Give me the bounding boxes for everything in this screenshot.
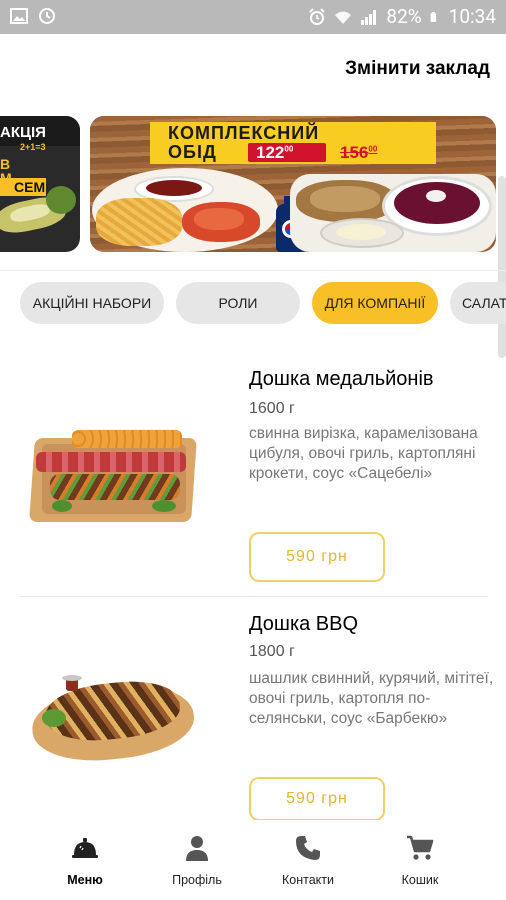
promo-main-title-2: ОБІД — [168, 142, 217, 162]
product-image — [29, 430, 197, 526]
product-name: Дошка BBQ — [249, 613, 359, 635]
chip-label: РОЛИ — [218, 295, 258, 311]
category-chip-rolls[interactable]: РОЛИ — [176, 282, 300, 324]
nav-profile[interactable]: Профіль — [147, 834, 247, 887]
banner-divider — [0, 270, 506, 271]
nav-label: Контакти — [282, 873, 334, 887]
promo-small-title: АКЦІЯ — [0, 124, 46, 141]
clock: 10:34 — [448, 5, 496, 28]
add-to-cart-price-button[interactable]: 590 грн — [249, 777, 385, 821]
nav-label: Профіль — [172, 873, 222, 887]
product-description: шашлик свинний, курячий, мітітеї, овочі … — [249, 670, 494, 727]
promo-new-price: 12200 — [256, 143, 294, 162]
change-venue-button[interactable]: Змінити заклад — [345, 58, 490, 80]
battery-icon — [430, 11, 436, 22]
battery-percent: 82% — [386, 5, 422, 28]
product-image — [28, 675, 198, 768]
signal-icon — [361, 9, 377, 25]
page-scroll-indicator — [498, 176, 506, 358]
bottom-navigation: Меню Профіль Контакти Кошик — [0, 820, 506, 900]
promo-small-subtitle: 2+1=3 — [20, 142, 46, 152]
chip-label: ДЛЯ КОМПАНІЇ — [324, 295, 426, 311]
wifi-icon — [335, 11, 352, 24]
header: Змінити заклад — [0, 34, 506, 104]
phone-icon — [296, 836, 320, 860]
product-name: Дошка медальйонів — [249, 368, 434, 390]
nav-label: Кошик — [401, 873, 439, 887]
promo-main-title-1: КОМПЛЕКСНИЙ — [168, 123, 320, 143]
chip-label: АКЦІЙНІ НАБОРИ — [32, 295, 152, 311]
alarm-icon — [309, 7, 326, 25]
product-weight: 1600 г — [249, 400, 295, 417]
sync-notification-icon — [39, 8, 55, 24]
product-weight: 1800 г — [249, 643, 295, 660]
cart-icon — [407, 835, 434, 860]
price-label: 590 грн — [286, 548, 348, 565]
category-chip-promo-sets[interactable]: АКЦІЙНІ НАБОРИ — [20, 282, 164, 324]
category-chip-for-company[interactable]: ДЛЯ КОМПАНІЇ — [312, 282, 438, 324]
promo-old-price: 15600 — [340, 143, 378, 162]
status-bar: 82% 10:34 — [0, 0, 506, 34]
nav-cart[interactable]: Кошик — [370, 834, 470, 887]
product-description: свинна вирізка, карамелізована цибуля, о… — [249, 425, 478, 482]
promo-banner-carousel[interactable]: АКЦІЯ 2+1=3 В М СЕМ КОМПЛЕКСНИЙ ОБІД 122… — [0, 116, 506, 254]
nav-label: Меню — [67, 873, 103, 887]
add-to-cart-price-button[interactable]: 590 грн — [249, 532, 385, 582]
nav-contacts[interactable]: Контакти — [258, 834, 358, 887]
promo-banner-small[interactable]: АКЦІЯ 2+1=3 В М СЕМ — [0, 116, 80, 252]
price-label: 590 грн — [286, 790, 348, 807]
image-notification-icon — [10, 8, 28, 24]
person-icon — [186, 836, 208, 861]
promo-small-text-3: СЕМ — [14, 179, 46, 195]
cloche-icon — [72, 838, 98, 858]
product-card[interactable]: Дошка медальйонів 1600 г свинна вирізка,… — [0, 340, 506, 596]
product-card[interactable]: Дошка BBQ 1800 г шашлик свинний, курячий… — [0, 585, 506, 821]
category-chip-salads[interactable]: САЛАТ — [450, 282, 506, 324]
nav-menu[interactable]: Меню — [35, 834, 135, 887]
promo-banner-lunch[interactable]: КОМПЛЕКСНИЙ ОБІД 12200 15600 — [90, 116, 496, 252]
category-tabs[interactable]: АКЦІЙНІ НАБОРИ РОЛИ ДЛЯ КОМПАНІЇ САЛАТ — [0, 282, 506, 326]
chip-label: САЛАТ — [462, 295, 506, 311]
